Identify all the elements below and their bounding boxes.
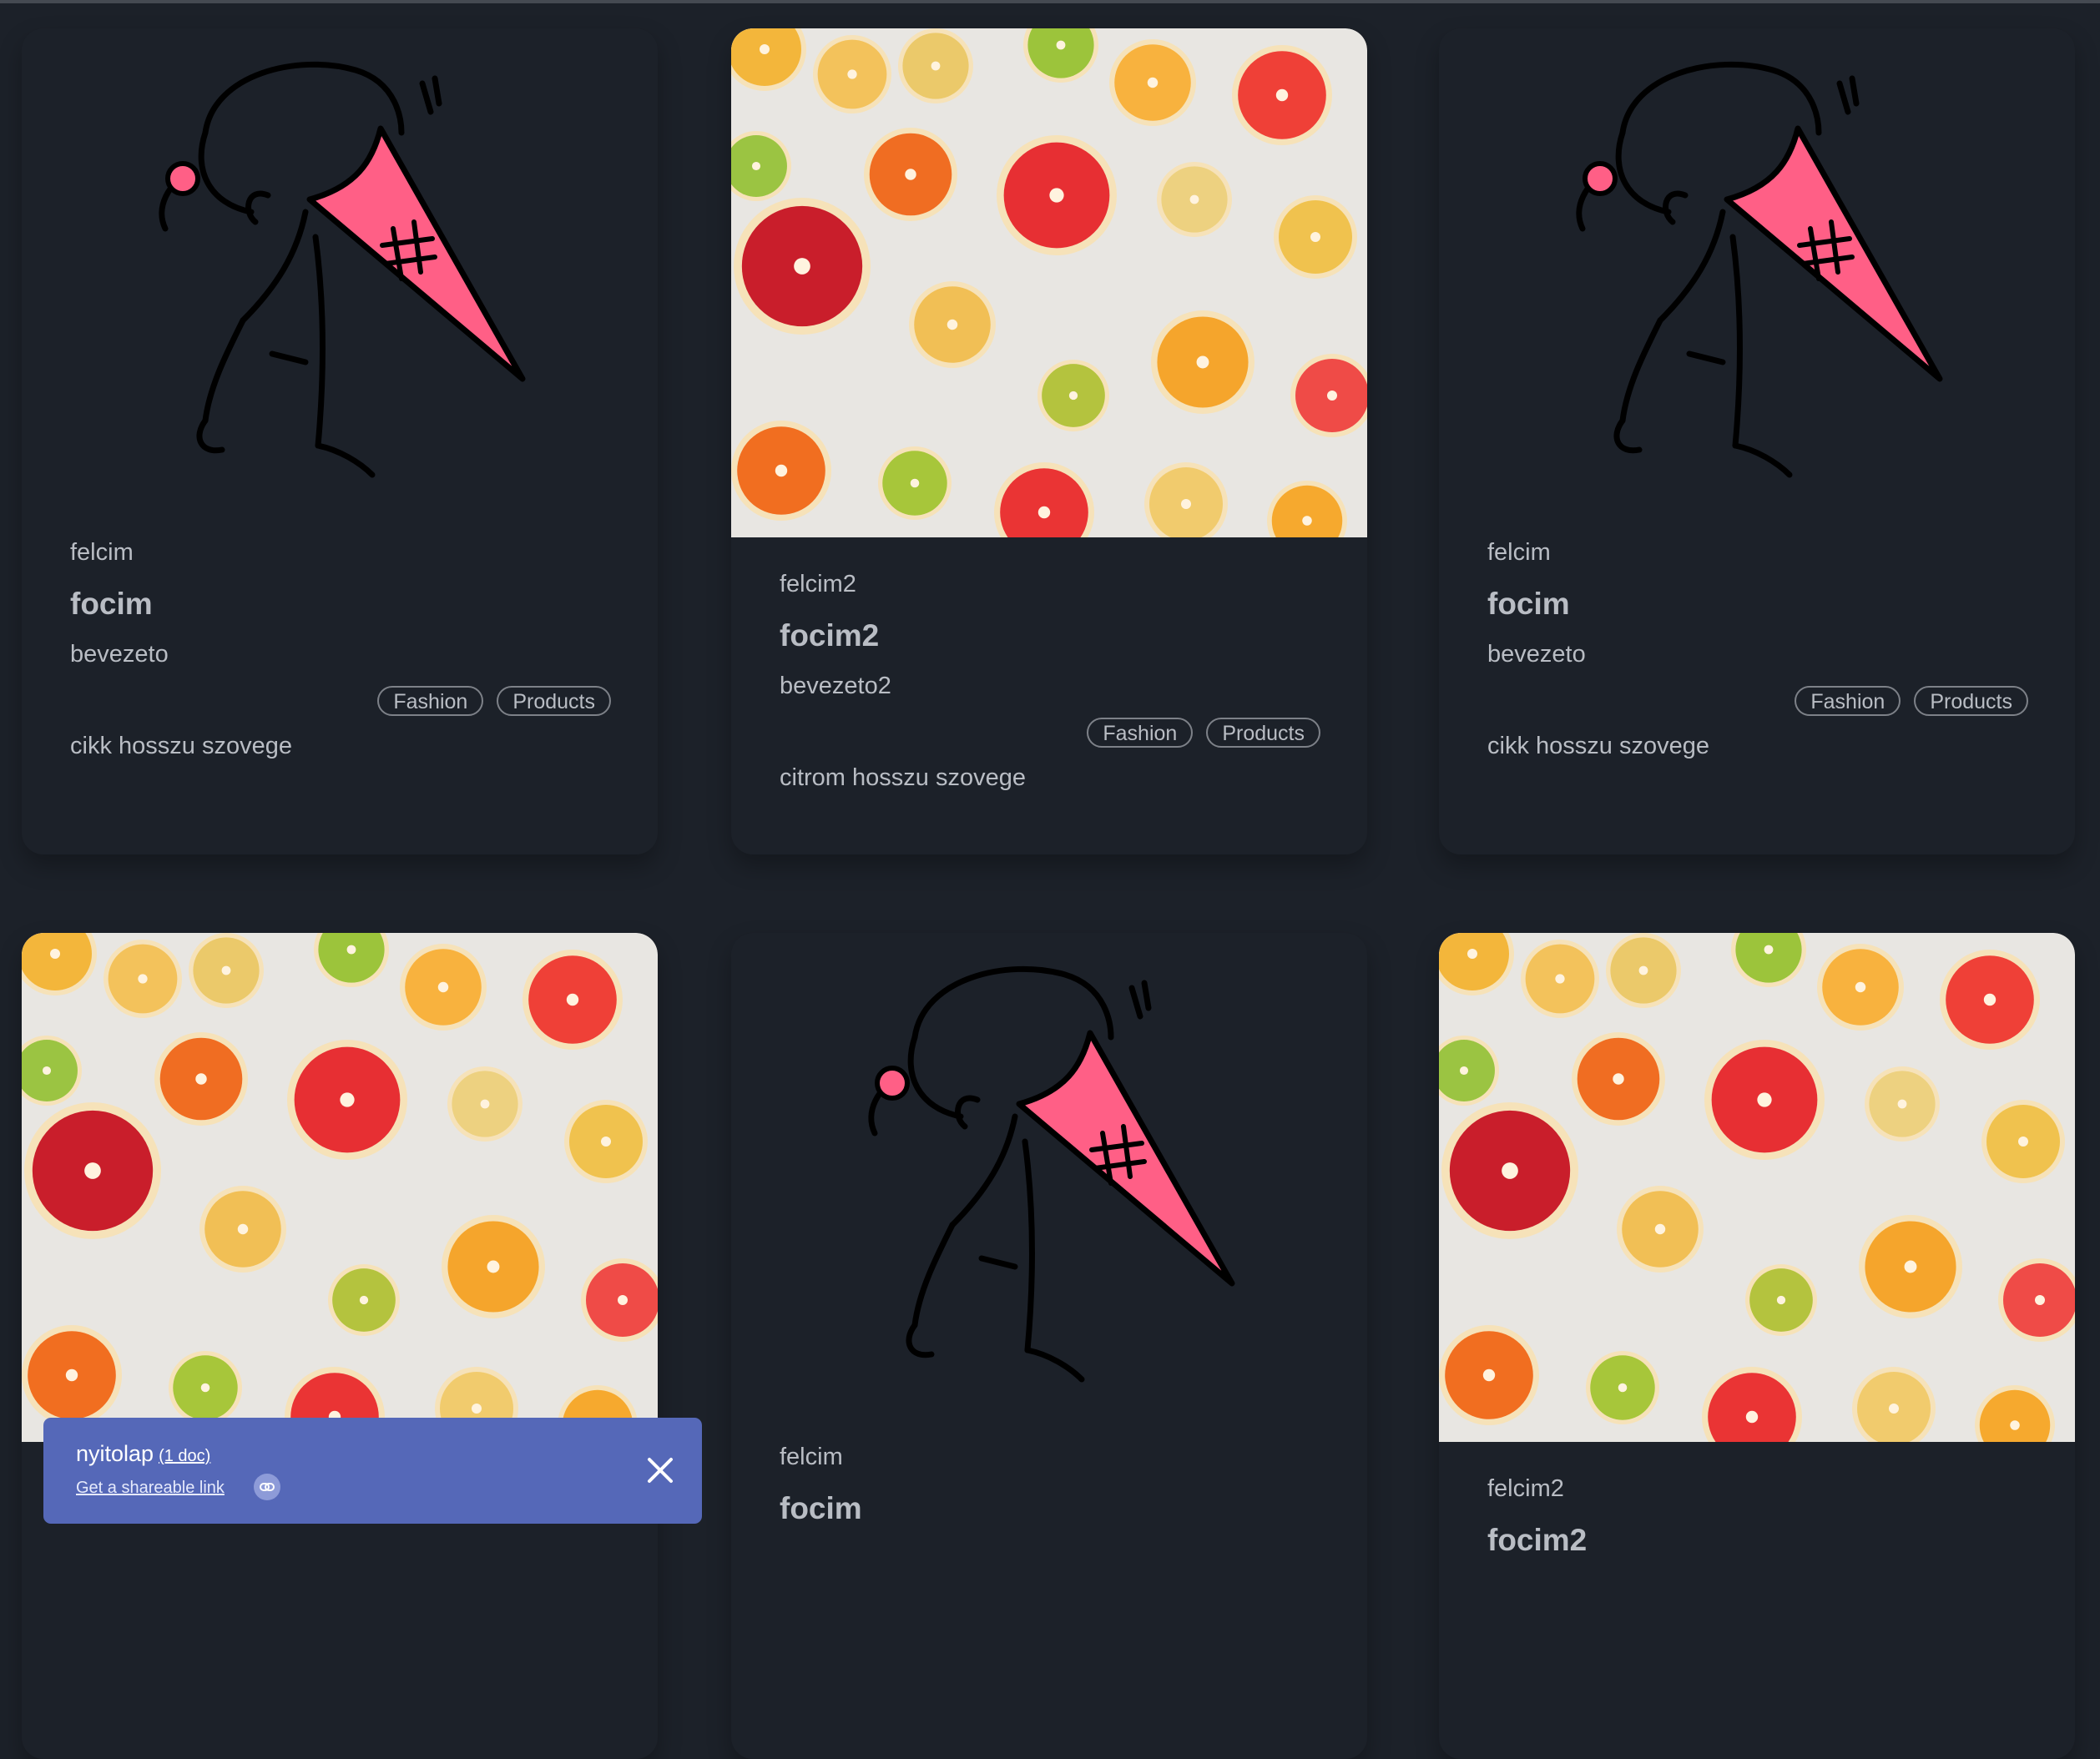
close-icon[interactable] <box>639 1449 681 1491</box>
document-toast: nyitolap (1 doc) Get a shareable link <box>43 1418 702 1524</box>
illustration-image <box>22 28 658 537</box>
card-supertitle: felcim2 <box>780 571 856 597</box>
citrus-photo-image <box>22 933 658 1442</box>
tag-list: Fashion Products <box>377 686 611 716</box>
citrus-photo-image <box>1439 933 2075 1442</box>
card-supertitle: felcim <box>70 539 134 566</box>
card-title[interactable]: focim2 <box>780 617 879 654</box>
tag-list: Fashion Products <box>1087 718 1320 748</box>
illustration-image <box>731 933 1367 1442</box>
toast-doc-count-link[interactable]: (1 doc) <box>159 1447 210 1465</box>
tag-products[interactable]: Products <box>1206 718 1320 748</box>
card-supertitle: felcim2 <box>1487 1475 1564 1502</box>
card-title[interactable]: focim2 <box>1487 1522 1587 1559</box>
card-body-text: cikk hosszu szovege <box>1487 733 1709 759</box>
card-lead: bevezeto <box>1487 641 1586 668</box>
card-lead: bevezeto <box>70 641 169 668</box>
window-top-border <box>0 0 2100 3</box>
illustration-image <box>1439 28 2075 537</box>
tag-fashion[interactable]: Fashion <box>377 686 484 716</box>
toast-title: nyitolap <box>76 1441 154 1466</box>
article-card[interactable]: felcim focim bevezeto Fashion Products cikk h… <box>1439 28 2075 854</box>
card-title[interactable]: focim <box>70 586 153 622</box>
card-title[interactable]: focim <box>780 1490 862 1527</box>
article-card[interactable]: felcim focim <box>731 933 1367 1759</box>
card-supertitle: felcim <box>1487 539 1551 566</box>
card-body-text: cikk hosszu szovege <box>70 733 292 759</box>
article-card[interactable]: felcim2 focim2 <box>1439 933 2075 1759</box>
card-title[interactable]: focim <box>1487 586 1570 622</box>
link-icon[interactable] <box>254 1474 280 1500</box>
article-card[interactable]: felcim focim bevezeto Fashion Products cikk h… <box>22 28 658 854</box>
citrus-photo-image <box>731 28 1367 537</box>
card-lead: bevezeto2 <box>780 673 891 699</box>
tag-products[interactable]: Products <box>1914 686 2028 716</box>
article-card[interactable]: focim2 <box>22 933 658 1759</box>
tag-products[interactable]: Products <box>497 686 611 716</box>
tag-fashion[interactable]: Fashion <box>1795 686 1901 716</box>
article-card[interactable]: felcim2 focim2 bevezeto2 Fashion Products cit… <box>731 28 1367 854</box>
tag-fashion[interactable]: Fashion <box>1087 718 1194 748</box>
card-supertitle: felcim <box>780 1444 843 1470</box>
tag-list: Fashion Products <box>1795 686 2028 716</box>
card-body-text: citrom hosszu szovege <box>780 764 1026 791</box>
shareable-link[interactable]: Get a shareable link <box>76 1476 225 1499</box>
